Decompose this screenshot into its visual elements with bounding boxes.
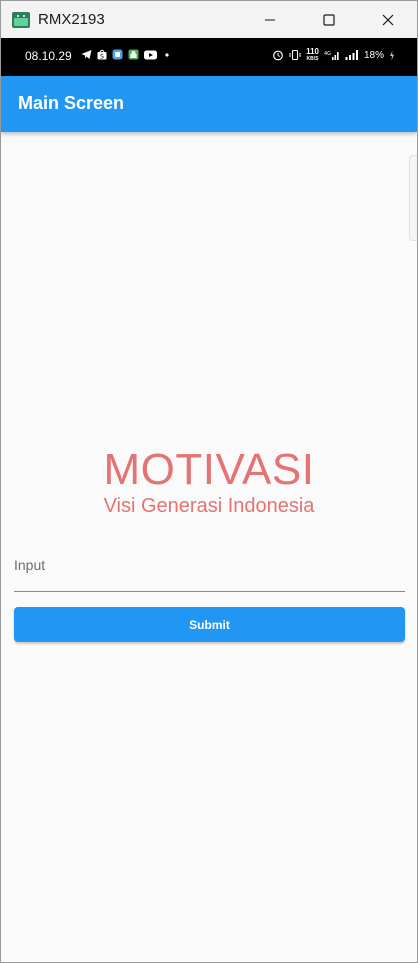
text-input[interactable]	[14, 549, 405, 591]
notification-icons: S	[81, 49, 172, 60]
android-app-icon	[12, 11, 30, 28]
minimize-button[interactable]	[240, 1, 299, 38]
network-speed-value: 110	[306, 47, 319, 56]
signal-icon	[345, 50, 358, 60]
android-green-icon	[128, 49, 139, 60]
status-time: 08.10.29	[25, 49, 72, 63]
files-icon	[112, 49, 123, 60]
close-button[interactable]	[358, 1, 417, 38]
vibrate-icon	[289, 49, 301, 61]
battery-icon	[390, 50, 394, 60]
window-controls	[240, 1, 417, 38]
input-container	[14, 549, 405, 592]
youtube-icon	[144, 50, 157, 59]
svg-text:S: S	[100, 54, 104, 61]
minimize-icon	[264, 19, 275, 20]
submit-button[interactable]: Submit	[14, 607, 405, 642]
dot-icon	[165, 52, 169, 57]
network-speed-unit: KB/S	[306, 56, 319, 62]
window-titlebar[interactable]: RMX2193	[1, 1, 417, 38]
window-title: RMX2193	[38, 11, 105, 28]
subheadline-text: Visi Generasi Indonesia	[103, 495, 315, 517]
android-statusbar: 08.10.29 S 110 KB/S 4G 18%	[1, 38, 417, 76]
side-edge-handle[interactable]	[409, 155, 417, 241]
shopee-icon: S	[97, 49, 107, 60]
maximize-icon	[322, 13, 335, 26]
network-speed: 110 KB/S	[306, 47, 319, 63]
telegram-icon	[81, 50, 92, 59]
emulator-window: RMX2193 08.10.29 S 110 KB/S 4G 18% Main …	[0, 0, 418, 963]
maximize-button[interactable]	[299, 1, 358, 38]
battery-percentage: 18%	[363, 49, 384, 61]
status-icons-right: 110 KB/S 4G 18%	[272, 48, 395, 62]
close-icon	[382, 14, 393, 25]
alarm-icon	[273, 50, 283, 61]
page-title: Main Screen	[18, 93, 125, 113]
headline-text: MOTIVASI	[103, 445, 315, 494]
svg-text:4G: 4G	[324, 51, 331, 57]
wifi-4g-icon: 4G	[324, 51, 339, 60]
app-bar: Main Screen	[1, 76, 417, 132]
